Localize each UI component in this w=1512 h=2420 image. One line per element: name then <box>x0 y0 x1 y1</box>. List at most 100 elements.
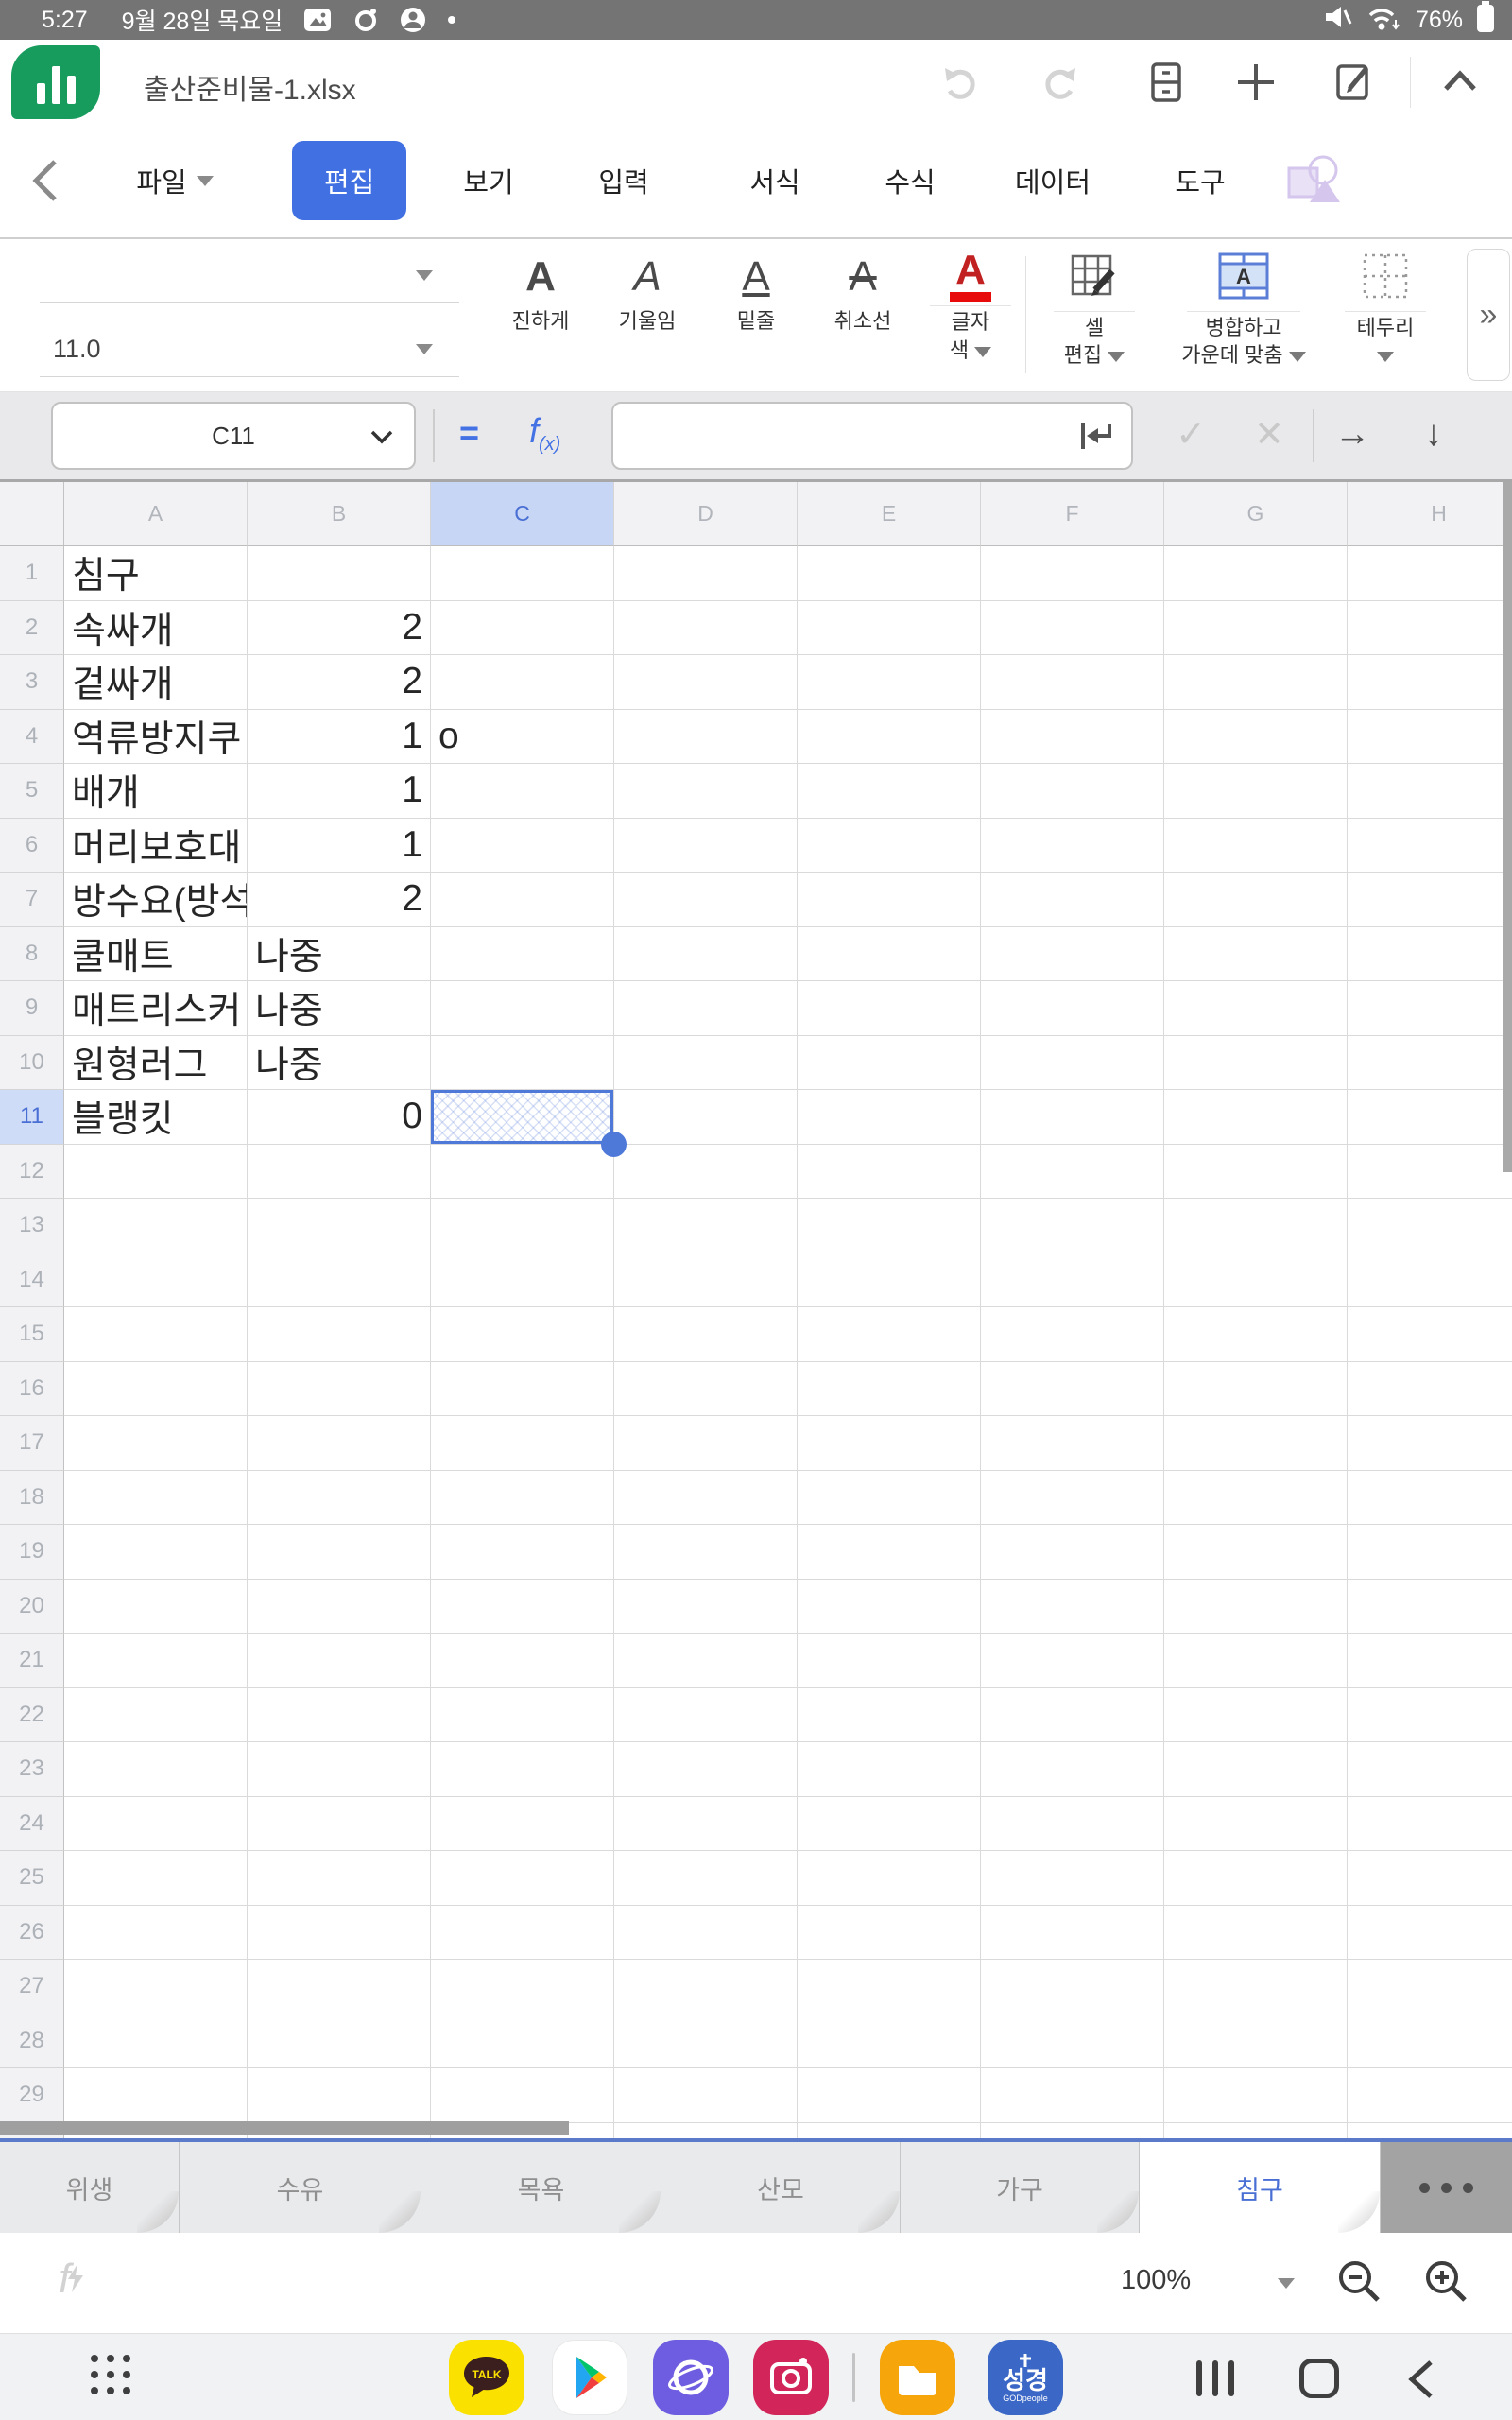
cell-E5[interactable] <box>798 764 981 819</box>
cell-B23[interactable] <box>248 1742 431 1797</box>
zoom-in-button[interactable] <box>1419 2256 1472 2308</box>
cell-H30[interactable] <box>1348 2123 1512 2139</box>
cell-D21[interactable] <box>614 1634 798 1688</box>
row-header-17[interactable]: 17 <box>0 1416 64 1471</box>
undo-icon[interactable] <box>937 59 985 106</box>
cell-B22[interactable] <box>248 1688 431 1743</box>
cell-D7[interactable] <box>614 873 798 927</box>
cell-G22[interactable] <box>1164 1688 1348 1743</box>
play-store-app-icon[interactable] <box>552 2340 627 2415</box>
cell-B6[interactable]: 1 <box>248 819 431 873</box>
cell-H16[interactable] <box>1348 1362 1512 1417</box>
row-header-2[interactable]: 2 <box>0 601 64 656</box>
recents-button[interactable] <box>1196 2360 1234 2396</box>
cell-F5[interactable] <box>981 764 1164 819</box>
cell-E10[interactable] <box>798 1036 981 1091</box>
font-size-dropdown[interactable]: 11.0 <box>40 322 459 377</box>
cell-B12[interactable] <box>248 1145 431 1200</box>
row-header-6[interactable]: 6 <box>0 819 64 873</box>
cell-C23[interactable] <box>431 1742 614 1797</box>
cell-D22[interactable] <box>614 1688 798 1743</box>
cell-D19[interactable] <box>614 1525 798 1580</box>
cell-F7[interactable] <box>981 873 1164 927</box>
cell-F14[interactable] <box>981 1253 1164 1308</box>
cell-B8[interactable]: 나중 <box>248 927 431 982</box>
cell-A6[interactable]: 머리보호대 <box>64 819 248 873</box>
cell-H29[interactable] <box>1348 2068 1512 2123</box>
cell-E29[interactable] <box>798 2068 981 2123</box>
collapse-toolbar-icon[interactable] <box>1436 59 1484 106</box>
cell-H12[interactable] <box>1348 1145 1512 1200</box>
row-header-7[interactable]: 7 <box>0 873 64 927</box>
cell-C29[interactable] <box>431 2068 614 2123</box>
cell-E18[interactable] <box>798 1471 981 1526</box>
cell-H28[interactable] <box>1348 2014 1512 2069</box>
cell-A17[interactable] <box>64 1416 248 1471</box>
cell-C1[interactable] <box>431 546 614 601</box>
cell-A2[interactable]: 속싸개 <box>64 601 248 656</box>
cell-F21[interactable] <box>981 1634 1164 1688</box>
cell-D8[interactable] <box>614 927 798 982</box>
bold-button[interactable]: A 진하게 <box>489 247 593 336</box>
cell-C14[interactable] <box>431 1253 614 1308</box>
cell-D4[interactable] <box>614 710 798 765</box>
cell-E23[interactable] <box>798 1742 981 1797</box>
cell-G4[interactable] <box>1164 710 1348 765</box>
cell-B1[interactable] <box>248 546 431 601</box>
cell-G13[interactable] <box>1164 1199 1348 1253</box>
cell-G17[interactable] <box>1164 1416 1348 1471</box>
add-sheet-icon[interactable] <box>1232 59 1280 106</box>
cell-C7[interactable] <box>431 873 614 927</box>
cell-H8[interactable] <box>1348 927 1512 982</box>
cell-H7[interactable] <box>1348 873 1512 927</box>
cell-D9[interactable] <box>614 981 798 1036</box>
cell-A20[interactable] <box>64 1580 248 1634</box>
cell-D27[interactable] <box>614 1960 798 2014</box>
cell-A1[interactable]: 침구 <box>64 546 248 601</box>
cell-C24[interactable] <box>431 1797 614 1852</box>
row-header-4[interactable]: 4 <box>0 710 64 765</box>
sheet-tab-산모[interactable]: 산모 <box>662 2142 901 2233</box>
cell-D28[interactable] <box>614 2014 798 2069</box>
cell-D16[interactable] <box>614 1362 798 1417</box>
cell-G25[interactable] <box>1164 1851 1348 1906</box>
row-header-10[interactable]: 10 <box>0 1036 64 1091</box>
cell-A16[interactable] <box>64 1362 248 1417</box>
cell-H4[interactable] <box>1348 710 1512 765</box>
cell-A11[interactable]: 블랭킷 <box>64 1090 248 1145</box>
cell-A14[interactable] <box>64 1253 248 1308</box>
cell-F17[interactable] <box>981 1416 1164 1471</box>
cell-F8[interactable] <box>981 927 1164 982</box>
edit-mode-icon[interactable] <box>1331 59 1378 106</box>
cell-D1[interactable] <box>614 546 798 601</box>
cell-C28[interactable] <box>431 2014 614 2069</box>
cell-E22[interactable] <box>798 1688 981 1743</box>
cell-H25[interactable] <box>1348 1851 1512 1906</box>
cell-G14[interactable] <box>1164 1253 1348 1308</box>
cell-H5[interactable] <box>1348 764 1512 819</box>
cell-F29[interactable] <box>981 2068 1164 2123</box>
cell-E17[interactable] <box>798 1416 981 1471</box>
back-chevron-icon[interactable] <box>28 124 60 237</box>
column-header-D[interactable]: D <box>614 482 798 546</box>
horizontal-scrollbar[interactable] <box>0 2121 569 2135</box>
cell-G12[interactable] <box>1164 1145 1348 1200</box>
cell-E7[interactable] <box>798 873 981 927</box>
cell-D6[interactable] <box>614 819 798 873</box>
menu-tab-수식[interactable]: 수식 <box>844 124 976 237</box>
cell-G5[interactable] <box>1164 764 1348 819</box>
cell-D15[interactable] <box>614 1307 798 1362</box>
cell-H15[interactable] <box>1348 1307 1512 1362</box>
cell-A4[interactable]: 역류방지쿠 <box>64 710 248 765</box>
cell-E11[interactable] <box>798 1090 981 1145</box>
row-header-9[interactable]: 9 <box>0 981 64 1036</box>
cell-G8[interactable] <box>1164 927 1348 982</box>
zoom-dropdown-icon[interactable] <box>1278 2278 1295 2289</box>
cell-F13[interactable] <box>981 1199 1164 1253</box>
redo-icon[interactable] <box>1036 59 1083 106</box>
cell-C11[interactable] <box>431 1090 614 1145</box>
cell-G15[interactable] <box>1164 1307 1348 1362</box>
cell-C13[interactable] <box>431 1199 614 1253</box>
cell-F23[interactable] <box>981 1742 1164 1797</box>
move-right-icon[interactable]: → <box>1326 407 1379 460</box>
